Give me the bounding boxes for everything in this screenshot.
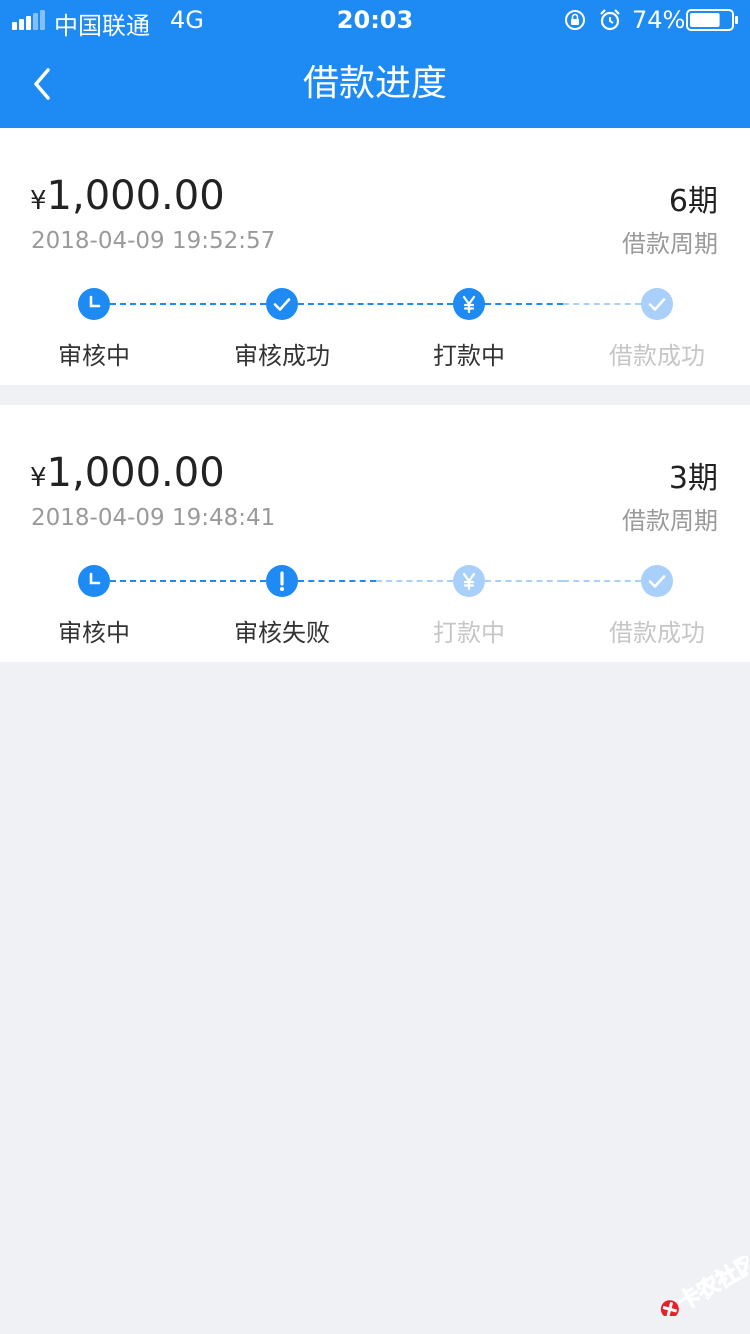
step-dot [453,565,485,597]
step-connector [563,303,641,305]
step-dot [453,288,485,320]
step-label: 审核中 [58,342,130,370]
step-label: 审核成功 [234,342,330,370]
step-label: 审核失败 [234,619,330,647]
loan-datetime: 2018-04-09 19:52:57 [31,228,276,254]
step-label: 借款成功 [609,342,705,370]
step-connector [110,303,266,305]
loan-period-label: 借款周期 [622,507,718,535]
check-icon [273,298,291,311]
loan-period: 6期 [668,184,718,219]
amount-value: 1,000.00 [46,173,225,219]
loan-amount: ¥1,000.00 [30,449,225,505]
step-dot [78,288,110,320]
step-connector [298,580,376,582]
amount-value: 1,000.00 [46,450,225,496]
nav-bar: 借款进度 [0,40,750,128]
check-icon [648,575,666,588]
step-dot [266,565,298,597]
header: 中国联通 4G 20:03 74% 借款进度 [0,0,750,128]
loan-amount: ¥1,000.00 [30,172,225,228]
step-dot [641,565,673,597]
currency-symbol: ¥ [30,186,47,216]
check-icon [648,298,666,311]
step-connector [563,580,641,582]
step-connector [110,580,266,582]
yen-icon [462,295,476,314]
step-connector [485,303,563,305]
battery-icon [686,9,738,31]
step-dot [78,565,110,597]
loan-card[interactable]: ¥1,000.00 2018-04-09 19:48:41 3期 借款周期 审核… [0,405,750,662]
currency-symbol: ¥ [30,463,47,493]
watermark-logo-icon: 卡农社区 [660,1256,748,1316]
progress-steps: 审核中 审核成功 打款中 借款成功 [0,286,750,370]
yen-icon [462,572,476,591]
exclamation-icon [280,571,284,591]
step-label: 打款中 [433,342,505,370]
page-title: 借款进度 [302,63,447,104]
status-bar: 中国联通 4G 20:03 74% [0,0,750,40]
step-connector [298,303,453,305]
loan-card[interactable]: ¥1,000.00 2018-04-09 19:52:57 6期 借款周期 审核… [0,128,750,385]
step-dot [266,288,298,320]
step-connector [375,580,453,582]
progress-steps: 审核中 审核失败 打款中 借款成功 [0,563,750,647]
clock-icon [89,295,101,308]
battery-percent: 74% [632,6,686,34]
step-label: 打款中 [433,619,505,647]
loan-period: 3期 [668,461,718,496]
alarm-icon [600,9,620,31]
step-dot [641,288,673,320]
step-label: 借款成功 [609,619,705,647]
orientation-lock-icon [565,10,585,30]
watermark-text: 卡农社区 [673,1256,748,1316]
loan-datetime: 2018-04-09 19:48:41 [31,505,276,531]
clock-icon [89,572,101,585]
step-connector [485,580,563,582]
step-label: 审核中 [58,619,130,647]
loan-period-label: 借款周期 [622,230,718,258]
